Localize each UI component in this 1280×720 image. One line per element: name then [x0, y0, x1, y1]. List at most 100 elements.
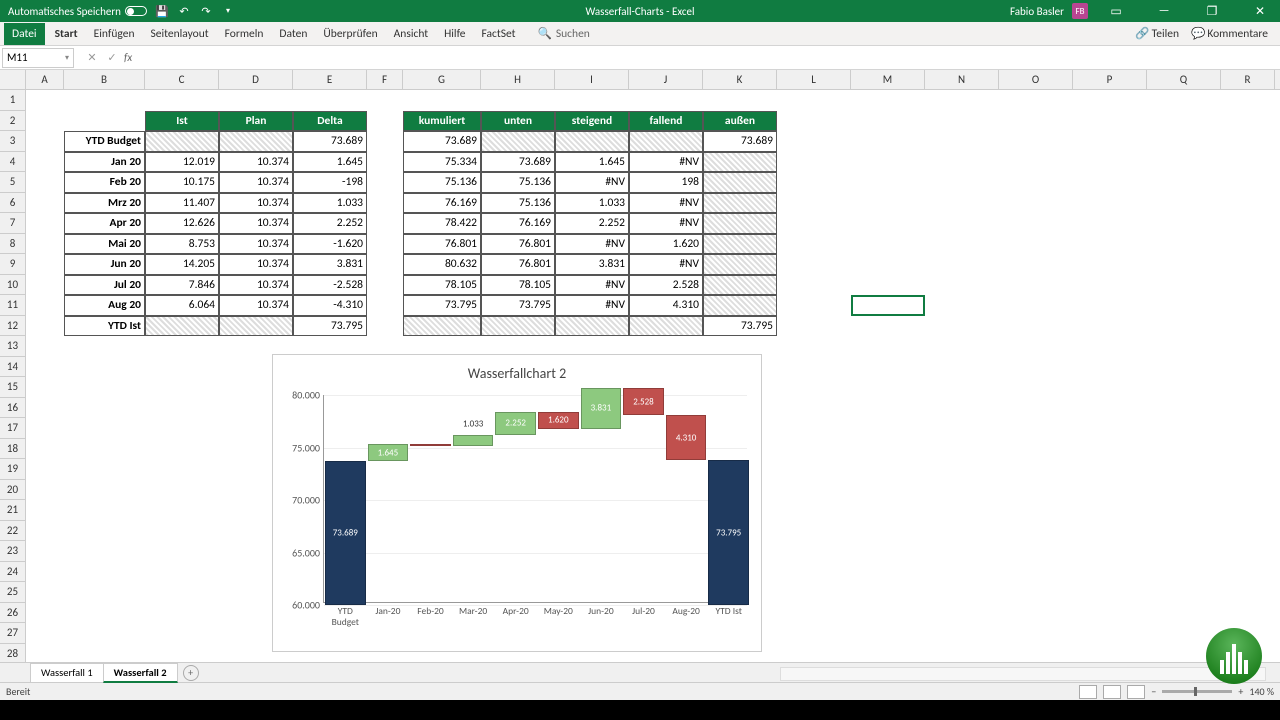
- row-header[interactable]: 25: [0, 582, 25, 603]
- cell[interactable]: 73.689: [293, 131, 367, 152]
- zoom-out-icon[interactable]: −: [1151, 685, 1156, 698]
- cell[interactable]: Mai 20: [64, 234, 145, 255]
- cell[interactable]: 7.846: [145, 275, 219, 296]
- cell[interactable]: [703, 172, 777, 193]
- cell[interactable]: [629, 131, 703, 152]
- user-name[interactable]: Fabio Basler: [1010, 5, 1064, 18]
- cell[interactable]: YTD Budget: [64, 131, 145, 152]
- zoom-slider[interactable]: [1162, 690, 1232, 693]
- cell[interactable]: 3.831: [555, 254, 629, 275]
- name-box[interactable]: M11 ▾: [2, 48, 74, 68]
- column-header[interactable]: P: [1073, 70, 1147, 89]
- cell[interactable]: [219, 131, 293, 152]
- cell[interactable]: Jan 20: [64, 152, 145, 173]
- horizontal-scrollbar[interactable]: [780, 667, 1266, 681]
- cell[interactable]: #NV: [555, 234, 629, 255]
- autosave-toggle[interactable]: Automatisches Speichern: [8, 5, 147, 18]
- share-button[interactable]: 🔗 Teilen: [1135, 26, 1179, 41]
- cell[interactable]: 6.064: [145, 295, 219, 316]
- cell[interactable]: [703, 152, 777, 173]
- row-header[interactable]: 5: [0, 172, 25, 193]
- select-all-corner[interactable]: [0, 70, 26, 90]
- cell[interactable]: [145, 131, 219, 152]
- sheet-tab[interactable]: Wasserfall 2: [103, 663, 178, 683]
- cell[interactable]: 11.407: [145, 193, 219, 214]
- cell[interactable]: steigend: [555, 111, 629, 132]
- cell[interactable]: Mrz 20: [64, 193, 145, 214]
- maximize-icon[interactable]: ❐: [1192, 0, 1232, 22]
- row-header[interactable]: 26: [0, 603, 25, 624]
- row-header[interactable]: 15: [0, 377, 25, 398]
- cell[interactable]: 2.252: [293, 213, 367, 234]
- tab-start[interactable]: Start: [47, 23, 86, 45]
- undo-icon[interactable]: ↶: [177, 4, 191, 18]
- cell[interactable]: 2.528: [629, 275, 703, 296]
- cell[interactable]: 10.374: [219, 172, 293, 193]
- cell[interactable]: 1.645: [555, 152, 629, 173]
- search-box[interactable]: 🔍 Suchen: [538, 26, 590, 41]
- accept-formula-icon[interactable]: ✓: [104, 51, 120, 64]
- cell[interactable]: -4.310: [293, 295, 367, 316]
- cell[interactable]: 10.374: [219, 275, 293, 296]
- column-header[interactable]: J: [629, 70, 703, 89]
- cell[interactable]: #NV: [629, 213, 703, 234]
- cell[interactable]: 73.689: [403, 131, 481, 152]
- row-header[interactable]: 3: [0, 131, 25, 152]
- cell[interactable]: Plan: [219, 111, 293, 132]
- column-header[interactable]: B: [64, 70, 145, 89]
- cell[interactable]: Ist: [145, 111, 219, 132]
- cell[interactable]: 78.105: [403, 275, 481, 296]
- row-header[interactable]: 28: [0, 644, 25, 663]
- column-header[interactable]: H: [481, 70, 555, 89]
- column-header[interactable]: F: [367, 70, 403, 89]
- row-header[interactable]: 20: [0, 480, 25, 501]
- cell[interactable]: 10.374: [219, 295, 293, 316]
- cell[interactable]: 75.136: [481, 193, 555, 214]
- column-header[interactable]: R: [1221, 70, 1275, 89]
- row-header[interactable]: 23: [0, 541, 25, 562]
- minimize-icon[interactable]: —: [1144, 0, 1184, 22]
- cell[interactable]: [481, 316, 555, 337]
- cell[interactable]: 73.795: [481, 295, 555, 316]
- view-pagebreak-icon[interactable]: [1127, 685, 1145, 699]
- fx-icon[interactable]: fx: [124, 51, 132, 64]
- row-header[interactable]: 9: [0, 254, 25, 275]
- tab-überprüfen[interactable]: Überprüfen: [315, 23, 385, 45]
- row-header[interactable]: 24: [0, 562, 25, 583]
- row-header[interactable]: 4: [0, 152, 25, 173]
- cell[interactable]: 10.374: [219, 193, 293, 214]
- cell[interactable]: 76.801: [481, 254, 555, 275]
- cell[interactable]: 198: [629, 172, 703, 193]
- row-header[interactable]: 21: [0, 500, 25, 521]
- view-pagelayout-icon[interactable]: [1103, 685, 1121, 699]
- close-icon[interactable]: ✕: [1240, 0, 1280, 22]
- cell[interactable]: 73.689: [703, 131, 777, 152]
- waterfall-chart[interactable]: Wasserfallchart 260.00065.00070.00075.00…: [272, 354, 762, 652]
- cell[interactable]: 10.175: [145, 172, 219, 193]
- tab-factset[interactable]: FactSet: [474, 23, 524, 45]
- column-header[interactable]: M: [851, 70, 925, 89]
- cell[interactable]: fallend: [629, 111, 703, 132]
- cell[interactable]: #NV: [555, 275, 629, 296]
- row-header[interactable]: 19: [0, 459, 25, 480]
- column-header[interactable]: O: [999, 70, 1073, 89]
- cell[interactable]: unten: [481, 111, 555, 132]
- cell[interactable]: #NV: [555, 295, 629, 316]
- cell[interactable]: [703, 295, 777, 316]
- row-header[interactable]: 16: [0, 398, 25, 419]
- cell[interactable]: Feb 20: [64, 172, 145, 193]
- column-header[interactable]: Q: [1147, 70, 1221, 89]
- cell[interactable]: #NV: [629, 193, 703, 214]
- cell[interactable]: 1.620: [629, 234, 703, 255]
- row-header[interactable]: 17: [0, 418, 25, 439]
- cell[interactable]: Jul 20: [64, 275, 145, 296]
- row-header[interactable]: 10: [0, 275, 25, 296]
- cell[interactable]: -198: [293, 172, 367, 193]
- row-header[interactable]: 8: [0, 234, 25, 255]
- row-header[interactable]: 27: [0, 623, 25, 644]
- cell[interactable]: 80.632: [403, 254, 481, 275]
- cell[interactable]: 8.753: [145, 234, 219, 255]
- cell[interactable]: 2.252: [555, 213, 629, 234]
- row-header[interactable]: 18: [0, 439, 25, 460]
- column-header[interactable]: A: [26, 70, 64, 89]
